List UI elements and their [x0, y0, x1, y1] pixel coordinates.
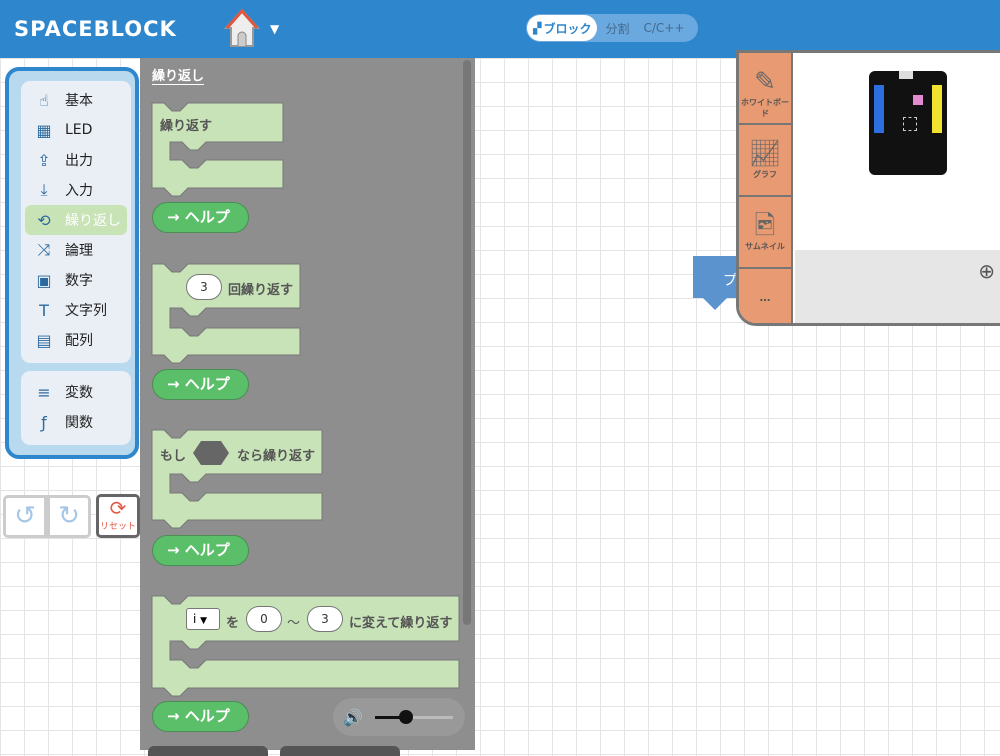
led-icon: ▦	[36, 120, 52, 140]
variable-dropdown[interactable]: i ▼	[186, 608, 220, 630]
category-number[interactable]: ▣ 数字	[25, 265, 127, 295]
from-input[interactable]: 0	[246, 606, 282, 632]
help-button[interactable]: → ヘルプ	[152, 535, 249, 566]
thumbnail-label: サムネイル	[745, 242, 785, 251]
mode-split[interactable]: 分割	[605, 20, 629, 37]
device-stage: ✎ ホワイトボード 📈︎ グラフ 🖻 サムネイル … ⊕	[736, 50, 1000, 326]
blocks-svg	[151, 102, 460, 697]
variable-name: i	[193, 612, 197, 626]
speaker-icon: 🔊	[343, 707, 363, 727]
mode-switch: ▞ ブロック 分割 C/C++	[526, 14, 698, 42]
help-button[interactable]: → ヘルプ	[152, 202, 249, 233]
for-tilde: ～	[287, 616, 301, 631]
category-label: 数字	[65, 273, 93, 289]
palette-tab[interactable]	[280, 746, 400, 756]
mode-block[interactable]: ▞ ブロック	[527, 15, 598, 41]
variable-icon: ≡	[37, 382, 51, 402]
zoom-in-icon[interactable]: ⊕	[978, 259, 995, 283]
category-output[interactable]: ⇪ 出力	[25, 145, 127, 175]
logo: SPACEBLOCK	[14, 17, 177, 41]
microcontroller-board-image	[869, 71, 947, 175]
block-while-prefix: もし	[160, 449, 187, 464]
image-file-icon: 🖻	[754, 211, 776, 241]
chart-icon: 📈︎	[748, 139, 782, 169]
category-list[interactable]: ▤ 配列	[25, 325, 127, 355]
shuffle-icon: ⤨	[37, 240, 51, 259]
category-label: 出力	[65, 153, 93, 169]
mode-label: ブロック	[543, 21, 592, 36]
category-input[interactable]: ⤓ 入力	[25, 175, 127, 205]
stage-controls-area	[795, 250, 1000, 323]
repeat-count-input[interactable]: 3	[186, 274, 222, 300]
volume-knob[interactable]	[399, 709, 414, 724]
category-label: LED	[65, 122, 93, 138]
category-function[interactable]: ƒ 関数	[25, 407, 127, 437]
volume-slider[interactable]	[374, 709, 453, 724]
volume-control: 🔊	[333, 698, 465, 736]
category-hand[interactable]: ☝ 基本	[25, 85, 127, 115]
category-label: 変数	[65, 385, 93, 401]
graph-button[interactable]: 📈︎ グラフ	[739, 125, 791, 197]
condition-slot[interactable]	[192, 440, 230, 466]
whiteboard-button[interactable]: ✎ ホワイトボード	[739, 53, 791, 125]
for-label: に変えて繰り返す	[349, 616, 453, 631]
loop-icon: ⟲	[37, 210, 51, 230]
undo-button[interactable]: ↺	[3, 495, 47, 538]
more-button[interactable]: …	[739, 269, 791, 323]
category-variable[interactable]: ≡ 変数	[25, 377, 127, 407]
palette-tab[interactable]	[148, 746, 268, 756]
category-loop[interactable]: ⟲ 繰り返し	[25, 205, 127, 235]
category-label: 入力	[65, 183, 93, 199]
category-label: 論理	[65, 243, 93, 259]
category-label: 基本	[65, 93, 93, 109]
list-icon: ▤	[36, 330, 52, 350]
edit-icon: ✎	[754, 67, 776, 97]
house-icon[interactable]	[224, 8, 260, 48]
chevron-down-icon[interactable]: ▼	[270, 22, 279, 36]
stage-sidebar: ✎ ホワイトボード 📈︎ グラフ 🖻 サムネイル …	[739, 53, 793, 323]
output-icon: ⇪	[37, 150, 51, 170]
for-wo: を	[226, 616, 240, 631]
caret-down-icon: ▼	[200, 616, 208, 626]
category-label: 関数	[65, 415, 93, 431]
reset-button[interactable]: ⟳ リセット	[96, 494, 140, 538]
category-label: 文字列	[65, 303, 107, 319]
hand-icon: ☝	[39, 90, 49, 110]
reset-label: リセット	[99, 522, 136, 532]
whiteboard-label: ホワイトボード	[741, 98, 789, 118]
category-panel: ☝ 基本 ▦ LED ⇪ 出力 ⤓ 入力 ⟲ 繰り返し ⤨ 論理 ▣ 数字 T 文字列 ▤ 配列 ≡ 変数 ƒ 関数	[5, 67, 139, 459]
category-shuffle[interactable]: ⤨ 論理	[25, 235, 127, 265]
category-label: 配列	[65, 333, 93, 349]
graph-label: グラフ	[753, 170, 777, 179]
block-repeat-label: 繰り返す	[160, 119, 213, 134]
thumbnail-button[interactable]: 🖻 サムネイル	[739, 197, 791, 269]
help-button[interactable]: → ヘルプ	[152, 701, 249, 732]
block-palette: 繰り返し 繰り返す 3 回繰り返す もし なら繰り返す i ▼ を 0 ～ 3 …	[140, 58, 475, 756]
category-group-main: ☝ 基本 ▦ LED ⇪ 出力 ⤓ 入力 ⟲ 繰り返し ⤨ 論理 ▣ 数字 T 文字列 ▤ 配列	[21, 81, 131, 363]
text-icon: T	[39, 300, 49, 320]
to-input[interactable]: 3	[307, 606, 343, 632]
redo-button[interactable]: ↻	[47, 495, 91, 538]
number-icon: ▣	[36, 270, 52, 290]
block-while-label: なら繰り返す	[237, 449, 316, 464]
category-label: 繰り返し	[65, 213, 121, 229]
category-led[interactable]: ▦ LED	[25, 115, 127, 145]
mode-cpp[interactable]: C/C++	[644, 21, 685, 35]
category-group-vars: ≡ 変数 ƒ 関数	[21, 371, 131, 445]
block-repeat-n-label: 回繰り返す	[228, 283, 294, 298]
help-button[interactable]: → ヘルプ	[152, 369, 249, 400]
input-icon: ⤓	[40, 180, 48, 199]
category-text[interactable]: T 文字列	[25, 295, 127, 325]
function-icon: ƒ	[41, 412, 47, 432]
refresh-icon: ⟳	[109, 496, 127, 520]
